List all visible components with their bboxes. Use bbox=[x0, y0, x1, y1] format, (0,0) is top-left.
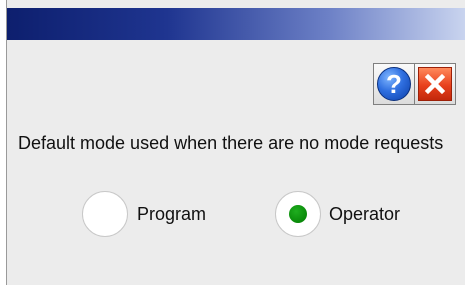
title-bar[interactable] bbox=[7, 8, 465, 40]
radio-selected-dot bbox=[289, 205, 307, 223]
operator-radio[interactable] bbox=[275, 191, 321, 237]
close-button[interactable] bbox=[414, 63, 456, 105]
mode-dialog: ? Default mode used when there are no mo… bbox=[0, 0, 465, 285]
program-radio-label[interactable]: Program bbox=[137, 203, 206, 225]
help-icon: ? bbox=[377, 67, 411, 101]
program-radio[interactable] bbox=[82, 191, 128, 237]
mode-description: Default mode used when there are no mode… bbox=[18, 133, 444, 153]
window-left-edge bbox=[0, 0, 7, 285]
help-button[interactable]: ? bbox=[373, 63, 415, 105]
close-icon bbox=[418, 67, 452, 101]
operator-radio-label[interactable]: Operator bbox=[329, 203, 400, 225]
